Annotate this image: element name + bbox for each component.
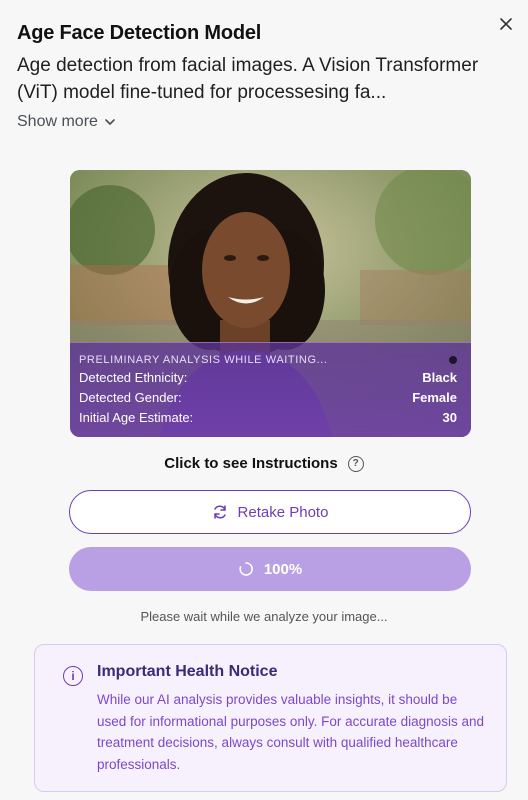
notice-title: Important Health Notice [97,663,278,680]
info-icon: i [63,666,83,686]
model-detail-panel: Age Face Detection Model Age detection f… [0,0,528,800]
captured-photo: PRELIMINARY ANALYSIS WHILE WAITING... De… [70,170,471,437]
retake-label: Retake Photo [237,503,329,521]
page-title: Age Face Detection Model [17,22,262,44]
help-icon: ? [347,455,364,472]
analysis-progress-button: 100% [69,547,471,591]
analysis-row-gender: Detected Gender: Female [79,388,457,408]
notice-body: While our AI analysis provides valuable … [97,692,484,772]
progress-label: 100% [263,560,303,578]
row-label: Detected Ethnicity: [79,370,188,385]
analysis-row-ethnicity: Detected Ethnicity: Black [79,368,457,388]
analysis-overlay: PRELIMINARY ANALYSIS WHILE WAITING... De… [70,342,471,437]
instructions-label: Click to see Instructions [164,455,338,472]
health-notice: i Important Health Notice While our AI a… [34,644,507,792]
status-message: Please wait while we analyze your image.… [140,609,388,624]
chevron-down-icon [105,119,115,125]
show-more-label: Show more [17,113,98,130]
model-description: Age detection from facial images. A Visi… [17,55,479,103]
close-button[interactable] [494,12,518,36]
retake-photo-button[interactable]: Retake Photo [69,490,471,534]
analysis-row-age: Initial Age Estimate: 30 [79,408,457,428]
analysis-heading: PRELIMINARY ANALYSIS WHILE WAITING... [79,354,328,366]
show-more-link[interactable]: Show more [17,113,116,131]
row-value: Female [412,390,457,405]
row-label: Initial Age Estimate: [79,410,194,425]
spinner-icon [239,562,253,576]
instructions-link[interactable]: Click to see Instructions ? [0,455,528,472]
row-label: Detected Gender: [79,390,182,405]
row-value: Black [422,370,457,385]
row-value: 30 [442,410,457,425]
status-dot [449,356,457,364]
refresh-icon [213,505,226,519]
close-icon [500,18,512,30]
